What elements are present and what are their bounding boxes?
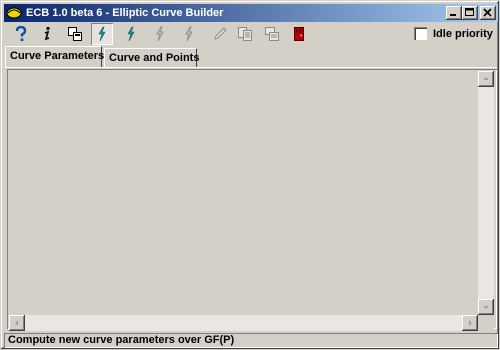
lightning-icon <box>156 26 164 42</box>
arrow-left-icon <box>15 320 18 326</box>
compute-gf2-button[interactable] <box>120 23 142 45</box>
lightning-icon <box>98 26 106 42</box>
maximize-icon <box>465 8 474 16</box>
tab-curve-parameters[interactable]: Curve Parameters <box>5 46 104 67</box>
idle-priority-checkbox[interactable] <box>414 27 427 40</box>
help-button[interactable] <box>10 23 32 45</box>
compute-disabled-button-1[interactable] <box>149 23 171 45</box>
idle-priority-control[interactable]: Idle priority <box>414 27 493 40</box>
vertical-scrollbar[interactable] <box>478 71 494 315</box>
copy-icon <box>68 27 82 41</box>
maximize-button[interactable] <box>462 6 478 20</box>
window-title: ECB 1.0 beta 6 - Elliptic Curve Builder <box>26 7 224 19</box>
scroll-left-button[interactable] <box>9 315 25 331</box>
arrow-right-icon <box>469 320 472 326</box>
copy-pages-button[interactable] <box>234 23 256 45</box>
minimize-icon <box>450 14 456 16</box>
copy-pages-icon <box>238 27 252 41</box>
app-icon <box>6 7 22 19</box>
minimize-button[interactable] <box>446 6 462 20</box>
status-bar: Compute new curve parameters over GF(P) <box>4 333 498 348</box>
copy-button[interactable] <box>64 23 86 45</box>
tab-strip-line <box>5 67 497 68</box>
paste-icon <box>265 27 279 41</box>
edit-button[interactable] <box>209 23 231 45</box>
compute-gfp-button[interactable] <box>91 23 113 45</box>
horizontal-scrollbar[interactable] <box>9 315 478 331</box>
arrow-up-icon <box>483 77 489 80</box>
info-button[interactable] <box>36 23 58 45</box>
tab-curve-and-points[interactable]: Curve and Points <box>104 48 199 67</box>
close-button[interactable] <box>480 6 496 20</box>
paste-button[interactable] <box>261 23 283 45</box>
info-icon <box>44 26 50 41</box>
scrollbar-corner <box>478 315 494 331</box>
scroll-right-button[interactable] <box>462 315 478 331</box>
main-window: ECB 1.0 beta 6 - Elliptic Curve Builder <box>0 0 500 350</box>
title-bar[interactable]: ECB 1.0 beta 6 - Elliptic Curve Builder <box>4 4 498 22</box>
lightning-icon <box>185 26 193 42</box>
scroll-down-button[interactable] <box>478 299 494 315</box>
idle-priority-label: Idle priority <box>433 27 493 40</box>
scroll-up-button[interactable] <box>478 71 494 87</box>
pen-icon <box>214 27 227 40</box>
curve-parameters-panel <box>7 69 497 329</box>
lightning-icon <box>127 26 135 42</box>
status-text: Compute new curve parameters over GF(P) <box>8 334 235 346</box>
caption-buttons <box>446 6 496 20</box>
close-icon <box>483 8 492 17</box>
help-icon <box>15 26 27 42</box>
exit-icon <box>294 27 304 41</box>
exit-button[interactable] <box>288 23 310 45</box>
compute-disabled-button-2[interactable] <box>178 23 200 45</box>
arrow-down-icon <box>483 306 489 309</box>
